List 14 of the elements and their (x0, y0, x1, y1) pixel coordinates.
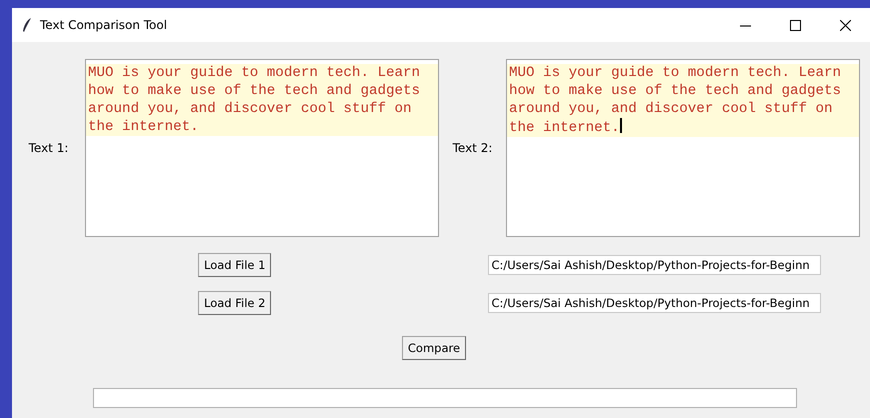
text-area[interactable]: MUO is your guide to modern tech. Learn how to make use of the tech and gadgets around you, and discover cool stuff on the internet. (506, 59, 860, 237)
file-path-field[interactable]: C:/Users/Sai Ashish/Desktop/Python-Projects-for-Beginn (488, 293, 822, 313)
file-path-field[interactable]: C:/Users/Sai Ashish/Desktop/Python-Projects-for-Beginn (488, 255, 822, 275)
text-label: Text 2: (452, 141, 494, 155)
close-icon[interactable] (840, 20, 850, 30)
text-label: Text 1: (28, 141, 70, 155)
text-cursor (620, 118, 622, 133)
load-file-button[interactable]: Load File 1 (198, 253, 272, 277)
maximize-icon[interactable] (790, 20, 800, 30)
load-file-button[interactable]: Load File 2 (198, 291, 272, 315)
compare-button[interactable]: Compare (402, 336, 466, 360)
text-area[interactable]: MUO is your guide to modern tech. Learn how to make use of the tech and gadgets around you, and discover cool stuff on the internet. (85, 59, 439, 237)
window-title: Text Comparison Tool (40, 18, 168, 32)
feather-icon (22, 18, 32, 32)
